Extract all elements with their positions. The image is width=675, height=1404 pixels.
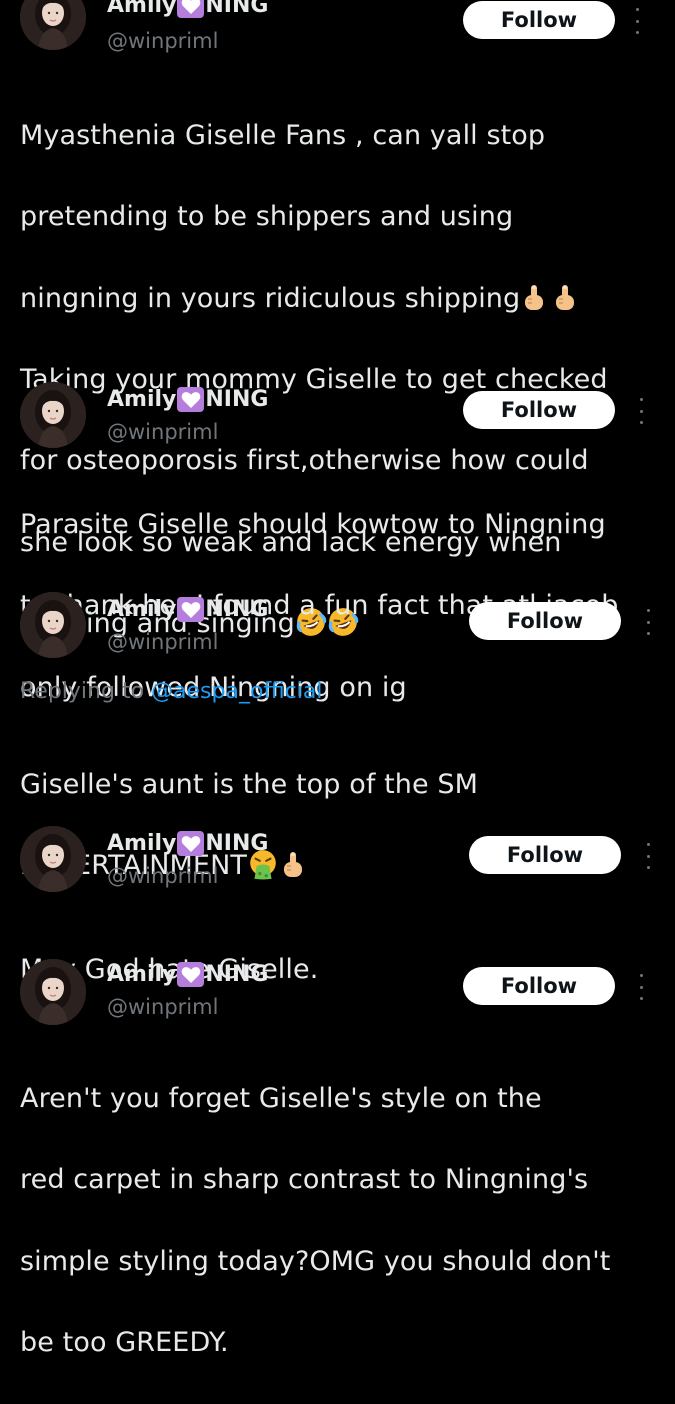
- tweet-text-line: simple styling today?OMG you should don'…: [20, 1245, 611, 1277]
- display-name-part: Amily: [107, 597, 177, 622]
- replying-to: Replying to @aespa_official: [20, 679, 323, 704]
- avatar[interactable]: [20, 592, 86, 658]
- more-options-icon[interactable]: [634, 398, 648, 424]
- display-name[interactable]: Amily NING: [107, 831, 268, 856]
- more-options-icon[interactable]: [634, 974, 648, 1000]
- more-options-icon[interactable]: [641, 843, 655, 869]
- more-options-icon[interactable]: [641, 609, 655, 635]
- avatar[interactable]: [20, 959, 86, 1025]
- tweet-text-line: Aren't you forget Giselle's style on the: [20, 1082, 542, 1114]
- tweet-text-line: pretending to be shippers and using: [20, 201, 514, 233]
- tweet-text-line: be too GREEDY.: [20, 1326, 229, 1358]
- follow-button[interactable]: Follow: [469, 836, 621, 874]
- display-name-part: NING: [205, 831, 269, 856]
- mention-link[interactable]: @aespa_official: [151, 679, 322, 704]
- avatar[interactable]: [20, 826, 86, 892]
- purple-heart-icon: [177, 0, 205, 18]
- display-name[interactable]: Amily NING: [107, 962, 268, 987]
- avatar[interactable]: [20, 382, 86, 448]
- tweet-text-line-with-emoji: ningning in yours ridiculous shipping: [20, 279, 660, 320]
- purple-heart-icon: [177, 831, 205, 856]
- display-name-part: NING: [205, 597, 269, 622]
- display-name[interactable]: Amily NING: [107, 597, 268, 622]
- user-handle[interactable]: @winpriml: [107, 864, 218, 888]
- purple-heart-icon: [177, 597, 205, 622]
- tweet-text-line: ningning in yours ridiculous shipping: [20, 282, 521, 314]
- display-name-part: NING: [205, 962, 269, 987]
- follow-button[interactable]: Follow: [463, 1, 615, 39]
- middle-finger-emoji-icon: [520, 283, 547, 313]
- display-name-part: NING: [205, 0, 269, 18]
- follow-button[interactable]: Follow: [463, 967, 615, 1005]
- tweet-text: Aren't you forget Giselle's style on the…: [20, 1038, 660, 1404]
- display-name-part: Amily: [107, 387, 177, 412]
- avatar[interactable]: [20, 0, 86, 50]
- display-name-part: Amily: [107, 962, 177, 987]
- tweet-text-line: Myasthenia Giselle Fans , can yall stop: [20, 119, 546, 151]
- tweet-text-line: Parasite Giselle should kowtow to Ningni…: [20, 508, 606, 540]
- display-name[interactable]: Amily NING: [107, 0, 268, 18]
- display-name-part: Amily: [107, 0, 177, 18]
- user-handle[interactable]: @winpriml: [107, 630, 218, 654]
- middle-finger-emoji-icon: [279, 850, 306, 880]
- replying-prefix: Replying to: [20, 679, 145, 704]
- purple-heart-icon: [177, 962, 205, 987]
- purple-heart-icon: [177, 387, 205, 412]
- follow-button[interactable]: Follow: [463, 391, 615, 429]
- user-handle[interactable]: @winpriml: [107, 420, 218, 444]
- display-name-part: NING: [205, 387, 269, 412]
- display-name[interactable]: Amily NING: [107, 387, 268, 412]
- middle-finger-emoji-icon: [551, 283, 578, 313]
- tweet-text-line: red carpet in sharp contrast to Ningning…: [20, 1164, 589, 1196]
- more-options-icon[interactable]: [630, 8, 644, 34]
- tweet-text: Giselle's aunt is the top of the SM ENTE…: [20, 724, 660, 928]
- user-handle[interactable]: @winpriml: [107, 29, 218, 53]
- tweet-text-line: Giselle's aunt is the top of the SM: [20, 768, 479, 800]
- user-handle[interactable]: @winpriml: [107, 995, 218, 1019]
- display-name-part: Amily: [107, 831, 177, 856]
- follow-button[interactable]: Follow: [469, 602, 621, 640]
